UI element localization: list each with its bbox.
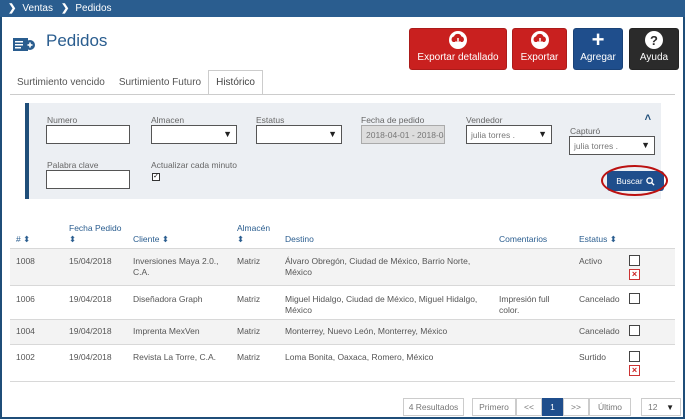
col-header-fecha[interactable]: Fecha Pedido ⬍ xyxy=(69,223,129,245)
actualizar-checkbox[interactable]: ✓ xyxy=(152,173,160,181)
actualizar-label: Actualizar cada minuto xyxy=(151,160,237,170)
tab-surtimiento-vencido[interactable]: Surtimiento vencido xyxy=(10,70,112,94)
help-button[interactable]: ? Ayuda xyxy=(629,28,679,70)
help-label: Ayuda xyxy=(639,52,669,63)
help-icon: ? xyxy=(645,31,663,49)
numero-input[interactable] xyxy=(46,125,130,144)
col-header-cliente[interactable]: Cliente ⬍ xyxy=(133,234,169,245)
cell-num: 1008 xyxy=(16,256,35,266)
cell-num: 1004 xyxy=(16,326,35,336)
add-button[interactable]: + Agregar xyxy=(573,27,623,70)
cell-fecha: 19/04/2018 xyxy=(69,326,112,336)
cell-estatus: Cancelado xyxy=(579,294,620,304)
page-last-button[interactable]: Último xyxy=(589,398,631,416)
caret-down-icon: ▼ xyxy=(328,129,337,139)
page-first-button[interactable]: Primero xyxy=(472,398,516,416)
tab-bar: Surtimiento vencido Surtimiento Futuro H… xyxy=(10,70,263,95)
almacen-label: Almacen xyxy=(151,115,185,125)
col-header-num[interactable]: # ⬍ xyxy=(16,234,30,245)
breadcrumb-pedidos[interactable]: Pedidos xyxy=(75,3,111,14)
fecha-input[interactable]: 2018-04-01 - 2018-04 xyxy=(361,125,445,144)
cell-num: 1002 xyxy=(16,352,35,362)
page-title: Pedidos xyxy=(46,31,108,50)
chevron-right-icon: ❯ xyxy=(60,3,70,14)
cell-fecha: 19/04/2018 xyxy=(69,294,112,304)
breadcrumb: ❯ Ventas ❯ Pedidos xyxy=(0,0,685,17)
highlight-ring xyxy=(601,165,668,196)
palabra-clave-input[interactable] xyxy=(46,170,130,189)
cloud-download-icon xyxy=(449,31,467,49)
add-label: Agregar xyxy=(580,52,616,63)
results-count: 4 Resultados xyxy=(403,398,464,416)
filter-panel: Numero Almacen ▼ Estatus ▼ Fecha de pedi… xyxy=(25,103,668,199)
export-detailed-label: Exportar detallado xyxy=(417,52,499,63)
cell-cliente: Diseñadora Graph xyxy=(133,294,203,304)
row-divider xyxy=(10,344,675,345)
page-prev-button[interactable]: << xyxy=(516,398,542,416)
col-header-estatus[interactable]: Estatus ⬍ xyxy=(579,234,617,245)
chevron-up-icon[interactable]: ˄ xyxy=(645,112,651,124)
almacen-select[interactable]: ▼ xyxy=(151,125,237,144)
cell-almacen: Matriz xyxy=(237,326,261,336)
external-link-icon[interactable] xyxy=(629,255,640,266)
cell-destino: Monterrey, Nuevo León, Monterrey, México xyxy=(285,326,448,336)
delete-icon[interactable]: × xyxy=(629,365,640,376)
cell-almacen: Matriz xyxy=(237,352,261,362)
caret-down-icon: ▼ xyxy=(223,129,232,139)
page-next-button[interactable]: >> xyxy=(563,398,589,416)
external-link-icon[interactable] xyxy=(629,351,640,362)
cell-destino: Loma Bonita, Oaxaca, Romero, México xyxy=(285,352,434,362)
col-header-destino: Destino xyxy=(285,234,314,244)
estatus-label: Estatus xyxy=(256,115,285,125)
cell-almacen: Matriz xyxy=(237,256,261,266)
breadcrumb-ventas[interactable]: Ventas xyxy=(22,3,53,14)
page-1-button[interactable]: 1 xyxy=(542,398,563,416)
orders-icon xyxy=(13,38,35,51)
numero-label: Numero xyxy=(47,115,78,125)
tab-historico[interactable]: Histórico xyxy=(208,70,263,95)
page-size-value: 12 xyxy=(648,402,658,412)
chevron-right-icon: ❯ xyxy=(8,3,17,14)
delete-icon[interactable]: × xyxy=(629,269,640,280)
tab-divider xyxy=(10,94,675,95)
cell-cliente: Revista La Torre, C.A. xyxy=(133,352,216,362)
col-header-almacen[interactable]: Almacén ⬍ xyxy=(237,223,277,245)
caret-down-icon: ▼ xyxy=(641,140,650,150)
col-header-comentarios: Comentarios xyxy=(499,234,548,244)
vendedor-select[interactable]: julia torres . ▼ xyxy=(466,125,552,144)
cell-destino: Álvaro Obregón, Ciudad de México, Barrio… xyxy=(285,256,471,277)
palabra-clave-label: Palabra clave xyxy=(47,160,99,170)
cloud-download-icon xyxy=(530,31,549,49)
capturo-select[interactable]: julia torres . ▼ xyxy=(569,136,655,155)
cell-almacen: Matriz xyxy=(237,294,261,304)
caret-down-icon: ▼ xyxy=(666,402,674,412)
capturo-label: Capturó xyxy=(570,126,601,136)
row-divider xyxy=(10,285,675,286)
fecha-label: Fecha de pedido xyxy=(361,115,425,125)
page-size-select[interactable]: 12 ▼ xyxy=(641,398,681,416)
vendedor-value: julia torres . xyxy=(471,129,515,140)
caret-down-icon: ▼ xyxy=(538,129,547,139)
cell-num: 1006 xyxy=(16,294,35,304)
plus-icon: + xyxy=(591,27,605,52)
cell-estatus: Activo xyxy=(579,256,603,266)
cell-estatus: Surtido xyxy=(579,352,606,362)
tab-surtimiento-futuro[interactable]: Surtimiento Futuro xyxy=(112,70,208,94)
cell-cliente: Inversiones Maya 2.0., C.A. xyxy=(133,256,219,277)
export-button[interactable]: Exportar xyxy=(512,28,567,70)
vendedor-label: Vendedor xyxy=(466,115,503,125)
external-link-icon[interactable] xyxy=(629,293,640,304)
cell-fecha: 19/04/2018 xyxy=(69,352,112,362)
external-link-icon[interactable] xyxy=(629,325,640,336)
export-label: Exportar xyxy=(520,52,559,63)
cell-estatus: Cancelado xyxy=(579,326,620,336)
export-detailed-button[interactable]: Exportar detallado xyxy=(409,28,507,70)
cell-cliente: Imprenta MexVen xyxy=(133,326,200,336)
row-divider xyxy=(10,381,675,382)
cell-comentarios: Impresión full color. xyxy=(499,294,550,315)
cell-destino: Miguel Hidalgo, Ciudad de México, Miguel… xyxy=(285,294,478,315)
capturo-value: julia torres . xyxy=(574,140,618,151)
estatus-select[interactable]: ▼ xyxy=(256,125,342,144)
cell-fecha: 15/04/2018 xyxy=(69,256,112,266)
